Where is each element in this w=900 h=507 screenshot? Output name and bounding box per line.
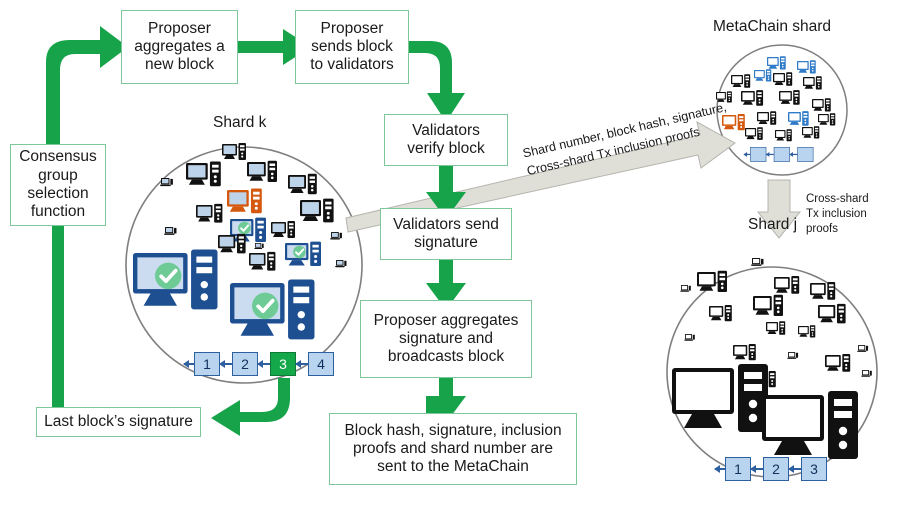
box-block-hash-metachain[interactable]: Block hash, signature, inclusion proofs … <box>329 413 577 485</box>
chain-shard-j: 123 <box>714 457 827 481</box>
box-last-block-signature[interactable]: Last block’s signature <box>36 407 201 437</box>
chain-link-arrow <box>743 151 751 157</box>
box-validators-verify[interactable]: Validators verify block <box>384 114 508 166</box>
box-proposer-sends-line-0: Proposer <box>320 19 384 37</box>
chain-block[interactable]: 3 <box>801 457 827 481</box>
chain-block[interactable] <box>797 147 814 162</box>
box-block-hash-line-0: Block hash, signature, inclusion <box>344 421 562 439</box>
label-metachain-shard: MetaChain shard <box>713 18 832 35</box>
box-validators-send-line-1: signature <box>414 234 478 251</box>
cross-shard-proofs-line-2: proofs <box>806 222 838 235</box>
box-proposer-sends-line-1: sends block <box>311 37 393 55</box>
box-proposer-sends[interactable]: Proposer sends block to validators <box>295 10 409 84</box>
label-shard-j: Shard j <box>748 216 798 233</box>
box-proposer-aggregates-line-0: Proposer <box>148 19 211 37</box>
chain-link-arrow <box>788 465 801 473</box>
box-validators-verify-line-1: verify block <box>407 140 485 157</box>
box-validators-send-line-0: Validators send <box>393 215 499 233</box>
chain-block[interactable] <box>773 147 790 162</box>
box-consensus-line-0: Consensus <box>19 148 97 166</box>
chain-link-arrow <box>219 360 232 368</box>
arrow-consensus-to-proposer <box>46 26 128 148</box>
box-proposer-aggregates-signature[interactable]: Proposer aggregates signature and broadc… <box>360 300 532 378</box>
chain-link-arrow <box>750 465 763 473</box>
chain-link-arrow <box>257 360 270 368</box>
label-cross-shard-proofs: Cross-shard Tx inclusion proofs <box>806 192 869 237</box>
box-proposer-sends-line-2: to validators <box>310 56 394 74</box>
cross-shard-proofs-line-0: Cross-shard <box>806 193 869 205</box>
box-aggregate-sig-line-1: signature and <box>399 329 493 347</box>
box-aggregate-sig-line-0: Proposer aggregates <box>373 311 519 329</box>
box-consensus-line-3: function <box>30 203 86 221</box>
chain-shard-k: 1234 <box>183 352 334 376</box>
chain-block[interactable]: 1 <box>194 352 220 376</box>
chain-block[interactable]: 2 <box>232 352 258 376</box>
box-block-hash-line-2: sent to the MetaChain <box>377 458 529 476</box>
box-proposer-aggregates[interactable]: Proposer aggregates a new block <box>121 10 238 84</box>
chain-link-arrow <box>295 360 308 368</box>
chain-block[interactable]: 4 <box>308 352 334 376</box>
label-shard-k: Shard k <box>213 114 267 131</box>
box-validators-send[interactable]: Validators send signature <box>380 208 512 260</box>
box-consensus-group[interactable]: Consensus group selection function <box>10 144 106 226</box>
box-validators-verify-line-0: Validators <box>412 121 480 139</box>
chain-link-arrow <box>765 151 774 157</box>
box-block-hash-line-1: proofs and shard number are <box>353 439 553 457</box>
chain-block[interactable]: 3 <box>270 352 296 376</box>
arrow-block-to-lastsig <box>211 378 290 436</box>
chain-link-arrow <box>789 151 798 157</box>
diagram-canvas: Consensus group selection function Propo… <box>0 0 900 507</box>
chain-block[interactable]: 2 <box>763 457 789 481</box>
cross-shard-proofs-line-1: Tx inclusion <box>806 207 867 220</box>
chain-block[interactable]: 1 <box>725 457 751 481</box>
box-proposer-aggregates-line-1: aggregates a <box>134 37 225 55</box>
arrow-sends-to-verify <box>409 41 465 122</box>
chain-metachain <box>743 147 814 162</box>
box-proposer-aggregates-line-2: new block <box>145 56 214 74</box>
chain-link-arrow <box>183 360 194 368</box>
chain-link-arrow <box>714 465 725 473</box>
box-consensus-line-2: selection <box>27 185 89 202</box>
box-consensus-line-1: group <box>38 166 78 184</box>
chain-block[interactable] <box>750 147 767 162</box>
box-aggregate-sig-line-2: broadcasts block <box>387 348 505 366</box>
box-last-block-signature-label: Last block’s signature <box>44 412 193 430</box>
